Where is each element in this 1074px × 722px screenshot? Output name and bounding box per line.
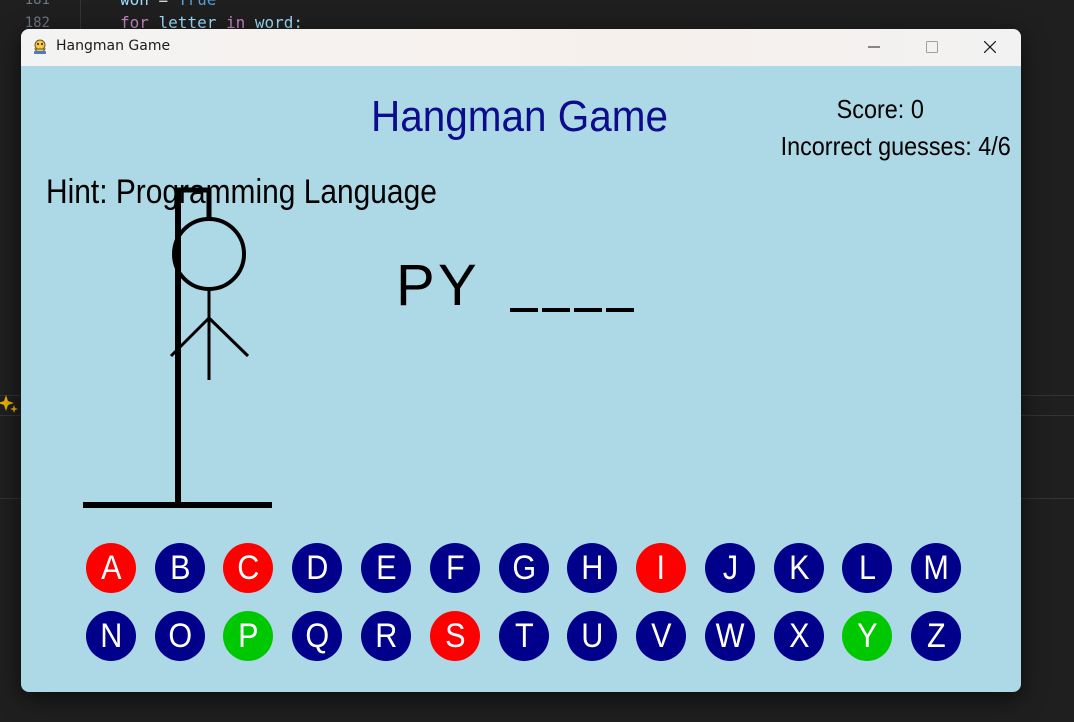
- minimize-icon: [868, 46, 880, 48]
- letter-button-x[interactable]: X: [774, 611, 824, 661]
- letter-button-u[interactable]: U: [567, 611, 617, 661]
- window-titlebar[interactable]: Hangman Game: [21, 29, 1021, 66]
- letter-button-f[interactable]: F: [430, 543, 480, 593]
- letter-label: H: [580, 548, 604, 587]
- letter-label: Y: [856, 616, 878, 655]
- minimize-button[interactable]: [845, 29, 903, 66]
- letter-label: G: [512, 548, 536, 587]
- letter-label: U: [580, 616, 604, 655]
- letter-button-o[interactable]: O: [155, 611, 205, 661]
- letter-button-t[interactable]: T: [499, 611, 549, 661]
- letter-label: W: [715, 616, 745, 655]
- letter-label: V: [650, 616, 672, 655]
- letter-button-y[interactable]: Y: [842, 611, 892, 661]
- sparkle-icon[interactable]: [0, 393, 18, 415]
- pygame-snake-icon: [34, 39, 46, 54]
- letter-label: J: [722, 548, 738, 587]
- letter-button-w[interactable]: W: [705, 611, 755, 661]
- letter-button-e[interactable]: E: [361, 543, 411, 593]
- word-blank: [510, 308, 538, 312]
- close-icon: [984, 41, 996, 53]
- letter-button-s[interactable]: S: [430, 611, 480, 661]
- letter-label: K: [788, 548, 810, 587]
- letter-label: Q: [305, 616, 329, 655]
- hangman-right-arm: [207, 316, 250, 358]
- letter-button-l[interactable]: L: [842, 543, 892, 593]
- letter-button-m[interactable]: M: [911, 543, 961, 593]
- line-number: 181: [24, 0, 50, 8]
- letter-label: N: [99, 616, 123, 655]
- letter-button-c[interactable]: C: [223, 543, 273, 593]
- code-token: True: [178, 0, 217, 9]
- score-label: Score: 0: [836, 94, 924, 124]
- word-letter: P: [396, 253, 435, 318]
- letter-button-j[interactable]: J: [705, 543, 755, 593]
- letter-button-a[interactable]: A: [86, 543, 136, 593]
- code-token: won: [120, 0, 149, 9]
- letter-label: T: [514, 616, 534, 655]
- letter-button-b[interactable]: B: [155, 543, 205, 593]
- letter-button-k[interactable]: K: [774, 543, 824, 593]
- letter-label: I: [656, 548, 666, 587]
- letter-label: O: [168, 616, 192, 655]
- letter-label: P: [237, 616, 259, 655]
- maximize-icon: [926, 41, 938, 53]
- letter-button-p[interactable]: P: [223, 611, 273, 661]
- close-button[interactable]: [961, 29, 1019, 66]
- letter-button-r[interactable]: R: [361, 611, 411, 661]
- word-blank: [606, 308, 634, 312]
- letter-button-g[interactable]: G: [499, 543, 549, 593]
- letter-label: D: [305, 548, 329, 587]
- hangman-head: [172, 217, 246, 291]
- game-title: Hangman Game: [371, 92, 669, 141]
- hint-label: Hint: Programming Language: [46, 173, 437, 211]
- letter-label: S: [444, 616, 466, 655]
- letter-label: B: [169, 548, 191, 587]
- letter-label: L: [858, 548, 876, 587]
- hangman-window: Hangman Game Hangman Game Score: 0 Incor…: [21, 29, 1021, 692]
- game-canvas[interactable]: Hangman Game Score: 0 Incorrect guesses:…: [21, 66, 1021, 692]
- letter-label: F: [445, 548, 465, 587]
- letter-label: A: [100, 548, 122, 587]
- letter-label: E: [375, 548, 397, 587]
- code-line[interactable]: won = True: [120, 0, 216, 9]
- letter-label: M: [923, 548, 949, 587]
- maximize-button[interactable]: [903, 29, 961, 66]
- word-letter: Y: [438, 253, 477, 318]
- window-title: Hangman Game: [56, 38, 171, 54]
- incorrect-guesses-label: Incorrect guesses: 4/6: [780, 131, 1011, 161]
- letter-label: Z: [926, 616, 946, 655]
- letter-button-z[interactable]: Z: [911, 611, 961, 661]
- letter-button-n[interactable]: N: [86, 611, 136, 661]
- word-blank: [542, 308, 570, 312]
- letter-button-q[interactable]: Q: [292, 611, 342, 661]
- letter-button-v[interactable]: V: [636, 611, 686, 661]
- letter-button-i[interactable]: I: [636, 543, 686, 593]
- letter-label: R: [374, 616, 398, 655]
- letter-button-d[interactable]: D: [292, 543, 342, 593]
- letter-button-h[interactable]: H: [567, 543, 617, 593]
- gutter-divider: [80, 0, 81, 30]
- word-blank: [574, 308, 602, 312]
- letter-label: C: [236, 548, 260, 587]
- word-display: P Y: [396, 256, 696, 326]
- code-token: =: [149, 0, 178, 9]
- letter-label: X: [788, 616, 810, 655]
